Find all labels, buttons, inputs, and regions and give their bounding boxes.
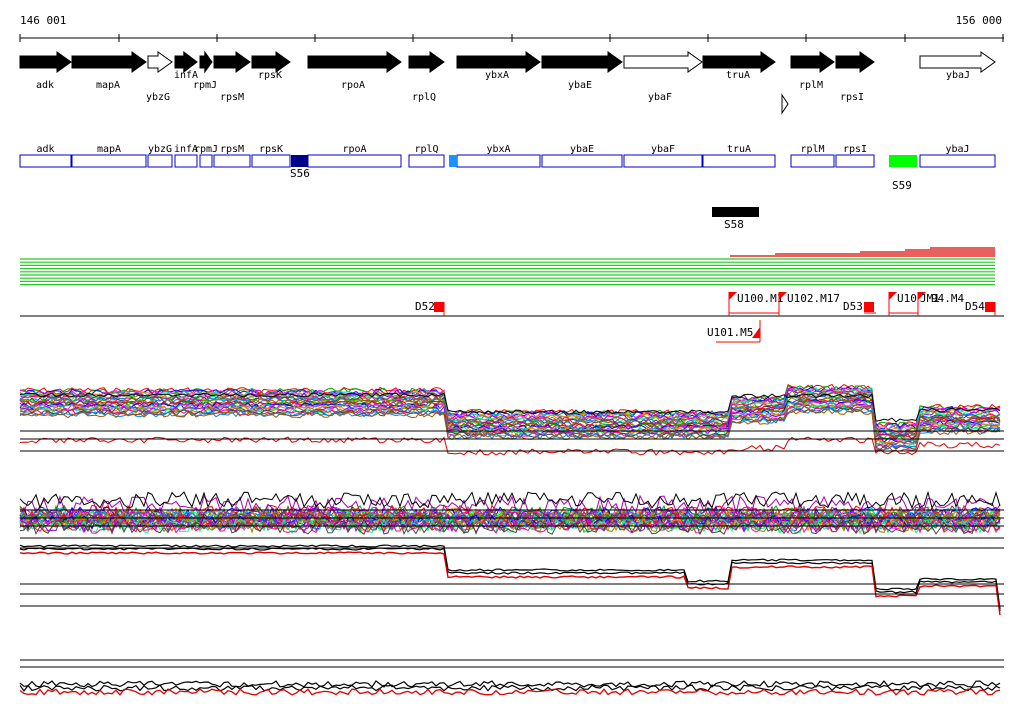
feature-d52-label: D52 [415, 300, 435, 313]
gene-box-rpsm[interactable] [213, 154, 251, 168]
segment-s58-label: S58 [724, 218, 744, 231]
small-gene-arrow[interactable] [781, 93, 789, 115]
gene-arrow-label-rpsk: rpsK [258, 70, 282, 81]
gene-box-rpoa[interactable] [307, 154, 402, 168]
gene-arrow-label-ybxa: ybxA [485, 70, 509, 81]
gene-arrow-adk[interactable] [19, 51, 72, 73]
gene-box-label-ybxa: ybxA [486, 144, 510, 155]
gene-box-track: adk mapA ybzG infArpmJ rpsM rpsK rpoA rplQ ybxA y… [19, 144, 996, 168]
gene-box-label-mapa: mapA [97, 144, 121, 155]
gene-box-ybaj[interactable] [919, 154, 996, 168]
feature-u101-label: U101.M5 [707, 326, 753, 339]
gene-box-label-rplm: rplM [800, 144, 824, 155]
coordinate-ruler: 146 001 156 000 [19, 14, 1004, 42]
segment-small-marker[interactable] [449, 155, 457, 167]
feature-u10-flag[interactable] [889, 292, 897, 300]
gene-box-label-ybzg: ybzG [148, 144, 172, 155]
gene-arrow-rplq[interactable] [408, 51, 445, 73]
gene-box-rpsk[interactable] [251, 154, 291, 168]
gene-arrow-label-ybzg: ybzG [146, 92, 170, 103]
gene-box-label-rpsm: rpsM [220, 144, 244, 155]
signal-trace [19, 688, 1001, 696]
signal-panel-4 [19, 659, 1004, 696]
gene-box-label-adk: adk [36, 144, 54, 155]
gene-box-trua[interactable] [702, 154, 776, 168]
signal-trace [19, 547, 1001, 612]
segment-s56-marker[interactable] [291, 155, 308, 167]
signal-trace [19, 406, 1001, 451]
gene-box-label-rpoa: rpoA [342, 144, 366, 155]
gene-arrow-label-rpoa: rpoA [341, 80, 365, 91]
segment-s58-marker[interactable] [712, 207, 759, 217]
gene-arrow-infa[interactable] [174, 50, 198, 74]
gene-box-ybzg[interactable] [147, 154, 173, 168]
gene-box-label-rpsk: rpsK [259, 144, 283, 155]
gene-box-mapa[interactable] [71, 154, 147, 168]
gene-arrow-rpoa[interactable] [307, 51, 402, 73]
ruler-start-label: 146 001 [20, 14, 66, 27]
signal-panel-3 [19, 544, 1004, 616]
gene-arrow-label-adk: adk [36, 80, 54, 91]
ruler-end-label: 156 000 [956, 14, 1002, 27]
feature-u100-flag[interactable] [729, 292, 737, 300]
signal-trace [19, 436, 1001, 456]
gene-arrow-label-rpsm: rpsM [220, 92, 244, 103]
gene-arrow-rplm[interactable] [790, 51, 835, 73]
feature-d53-label: D53 [843, 300, 863, 313]
feature-d52-box[interactable] [434, 302, 444, 312]
gene-arrow-track: adk mapAybzGinfArpmJrpsMrpsKrpoArplQybxAy… [19, 50, 996, 115]
gene-box-ybaf[interactable] [623, 154, 703, 168]
gene-arrow-label-ybae: ybaE [568, 80, 592, 91]
gene-arrow-label-ybaf: ybaF [648, 92, 672, 103]
feature-u10-label: U10 [897, 292, 917, 305]
gene-box-label-ybaf: ybaF [651, 144, 675, 155]
gene-box-rplq[interactable] [408, 154, 445, 168]
signal-panel-1 [19, 383, 1004, 456]
gene-arrow-rpmj[interactable] [199, 50, 213, 74]
gene-arrow-label-rpsi: rpsI [840, 92, 864, 103]
segment-s59-label: S59 [892, 179, 912, 192]
gene-box-label-rpmj: rpmJ [194, 144, 218, 155]
signal-panel-2 [19, 490, 1004, 549]
segment-s59-marker[interactable] [889, 155, 917, 167]
gene-box-ybxa[interactable] [456, 154, 541, 168]
gene-arrow-label-mapa: mapA [96, 80, 120, 91]
feature-d54-label: D54 [965, 300, 985, 313]
gene-arrow-ybae[interactable] [541, 51, 623, 73]
gene-box-rpsi[interactable] [835, 154, 875, 168]
gene-arrow-mapa[interactable] [71, 51, 147, 73]
gene-box-label-rpsi: rpsI [843, 144, 867, 155]
gene-arrow-ybaf[interactable] [623, 51, 703, 73]
gene-arrow-rpsm[interactable] [213, 51, 251, 73]
gene-arrow-ybxa[interactable] [456, 51, 541, 73]
gene-box-label-rplq: rplQ [414, 144, 438, 155]
gene-arrow-rpsk[interactable] [251, 51, 291, 73]
feature-u102-label: U102.M17 [787, 292, 840, 305]
feature-d54-box[interactable] [985, 302, 995, 312]
gene-arrow-ybzg[interactable] [147, 51, 173, 73]
gene-box-adk[interactable] [19, 154, 72, 168]
gene-box-label-ybae: ybaE [570, 144, 594, 155]
genome-browser-view: 146 001 156 000 adk mapAybzGinfArpmJrpsMr… [19, 14, 1004, 696]
feature-u100-label: U100.M1 [737, 292, 783, 305]
gene-arrow-ybaj[interactable] [919, 51, 996, 73]
gene-arrow-label-rpmj: rpmJ [193, 80, 217, 91]
feature-94m4-label: 94.M4 [931, 292, 964, 305]
gene-arrow-trua[interactable] [702, 51, 776, 73]
gene-arrow-label-rplm: rplM [799, 80, 823, 91]
gene-box-rplm[interactable] [790, 154, 835, 168]
gene-box-ybae[interactable] [541, 154, 623, 168]
gene-arrow-rpsi[interactable] [835, 51, 875, 73]
gene-box-label-trua: truA [727, 144, 751, 155]
gene-arrow-label-trua: truA [726, 70, 750, 81]
gene-arrow-label-rplq: rplQ [412, 92, 436, 103]
feature-track: D52 U100.M1 U102.M17 D53 U10 JM1 94.M4 D… [20, 292, 1004, 343]
gene-arrow-label-ybaj: ybaJ [946, 70, 970, 81]
coverage-line-bundle [20, 247, 995, 286]
gene-box-rpmj[interactable] [199, 154, 213, 168]
segment-s56-label: S56 [290, 167, 310, 180]
gene-box-infa[interactable] [174, 154, 198, 168]
feature-d53-box[interactable] [864, 302, 874, 312]
gene-box-label-ybaj: ybaJ [945, 144, 969, 155]
